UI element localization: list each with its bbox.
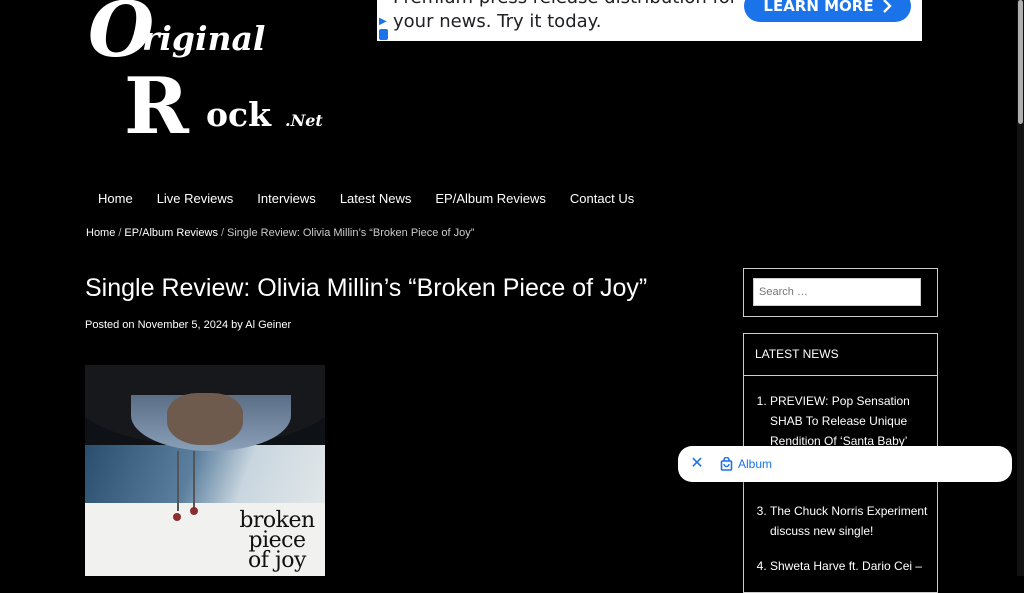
chevron-right-icon: [882, 0, 892, 13]
cover-charm-chain: [177, 451, 179, 511]
album-chip-label: Album: [738, 457, 773, 471]
nav-item-contact-us[interactable]: Contact Us: [558, 186, 646, 212]
list-item: The Chuck Norris Experiment discuss new …: [770, 501, 937, 541]
latest-news-link[interactable]: Shweta Harve ft. Dario Cei –: [770, 559, 922, 573]
page-scrollbar[interactable]: [1017, 0, 1024, 576]
main-nav: Home Live Reviews Interviews Latest News…: [86, 186, 646, 212]
ad-learn-more-button[interactable]: LEARN MORE: [744, 0, 911, 22]
latest-news-link[interactable]: PREVIEW: Pop Sensation SHAB To Release U…: [770, 394, 910, 448]
list-item: PREVIEW: Pop Sensation SHAB To Release U…: [770, 391, 937, 451]
breadcrumb: Home / EP/Album Reviews / Single Review: Oli…: [86, 227, 474, 239]
author-link[interactable]: Al Geiner: [245, 319, 291, 331]
search-chip-toast: ✕ Album: [678, 446, 1012, 482]
latest-news-heading: LATEST NEWS: [744, 334, 937, 376]
nav-item-ep-album-reviews[interactable]: EP/Album Reviews: [423, 186, 558, 212]
cover-charm-bead: [190, 507, 198, 515]
close-icon[interactable]: ✕: [688, 455, 706, 473]
post-meta: Posted on November 5, 2024 by Al Geiner: [85, 319, 291, 331]
album-cover-image: broken piece of joy: [85, 365, 325, 576]
cover-text-line3: of joy: [248, 548, 306, 573]
ad-banner[interactable]: ▶ Premium press release distribution for…: [377, 0, 922, 41]
site-logo[interactable]: O riginal R ock .Net: [86, 0, 336, 140]
ad-choices-icon[interactable]: ▶: [379, 16, 387, 27]
breadcrumb-separator: /: [220, 227, 225, 239]
search-widget: [743, 268, 938, 317]
ad-text: Premium press release distribution for y…: [393, 0, 737, 32]
nav-item-home[interactable]: Home: [86, 186, 145, 212]
search-input[interactable]: [753, 278, 921, 306]
scrollbar-thumb[interactable]: [1018, 0, 1023, 124]
breadcrumb-section[interactable]: EP/Album Reviews: [124, 227, 218, 239]
logo-line2: ock: [206, 95, 272, 134]
logo-line1: riginal: [142, 19, 265, 58]
logo-big-r: R: [124, 61, 190, 140]
list-item: Shweta Harve ft. Dario Cei –: [770, 556, 937, 576]
ad-cta-label: LEARN MORE: [763, 0, 874, 15]
breadcrumb-home[interactable]: Home: [86, 227, 115, 239]
cover-text: broken piece of joy: [231, 510, 323, 573]
nav-item-latest-news[interactable]: Latest News: [328, 186, 424, 212]
cover-charm-chain: [193, 451, 195, 511]
breadcrumb-separator: /: [118, 227, 122, 239]
album-chip[interactable]: Album: [720, 454, 772, 474]
post-date-link[interactable]: November 5, 2024: [138, 319, 229, 331]
by-prefix: by: [231, 319, 243, 331]
nav-item-live-reviews[interactable]: Live Reviews: [145, 186, 246, 212]
page-title: Single Review: Olivia Millin’s “Broken P…: [85, 274, 648, 302]
posted-prefix: Posted on: [85, 319, 135, 331]
cover-face: [167, 393, 243, 445]
ad-info-icon[interactable]: [379, 29, 388, 40]
breadcrumb-current: Single Review: Olivia Millin’s “Broken P…: [227, 227, 475, 239]
logo-suffix: .Net: [285, 111, 323, 130]
nav-item-interviews[interactable]: Interviews: [245, 186, 328, 212]
shopping-bag-icon: [720, 457, 733, 471]
latest-news-link[interactable]: The Chuck Norris Experiment discuss new …: [770, 504, 927, 538]
cover-charm-bead: [173, 513, 181, 521]
